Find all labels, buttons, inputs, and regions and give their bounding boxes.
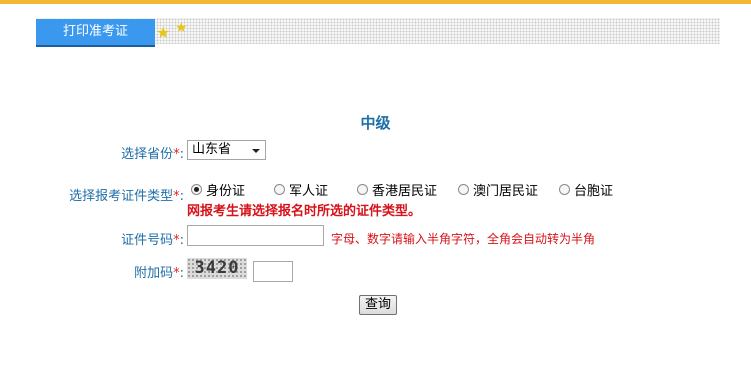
radio-military-card[interactable]: 军人证 (274, 180, 329, 199)
top-border (0, 0, 751, 4)
chevron-down-icon (252, 149, 260, 153)
captcha-input[interactable] (253, 261, 293, 282)
page-title: 中级 (360, 114, 391, 132)
province-select[interactable]: 山东省 (187, 140, 266, 160)
captcha-label: 附加码*: (134, 266, 184, 281)
tab-print-admission-ticket[interactable]: 打印准考证 (36, 19, 155, 47)
radio-checked-icon[interactable] (191, 183, 202, 195)
radio-taiwan-compatriot[interactable]: 台胞证 (559, 180, 614, 199)
radio-icon[interactable] (274, 183, 285, 195)
radio-icon[interactable] (458, 183, 469, 195)
id-type-radio-group: 身份证 军人证 香港居民证 澳门居民证 台胞证 (0, 180, 751, 199)
star-icon: ★ (156, 23, 171, 42)
radio-label: 身份证 (206, 183, 246, 199)
id-type-warning: 网报考生请选择报名时所选的证件类型。 (187, 204, 422, 219)
radio-label: 军人证 (289, 183, 329, 199)
radio-id-card[interactable]: 身份证 (191, 180, 246, 199)
id-number-input[interactable] (187, 225, 324, 246)
radio-label: 台胞证 (574, 183, 614, 199)
id-number-hint: 字母、数字请输入半角字符，全角会自动转为半角 (331, 232, 596, 246)
radio-icon[interactable] (559, 183, 570, 195)
province-label: 选择省份*: (121, 147, 184, 162)
radio-icon[interactable] (357, 183, 368, 195)
star-icon: ★ (175, 20, 188, 36)
radio-macau-resident[interactable]: 澳门居民证 (458, 180, 539, 199)
radio-label: 香港居民证 (372, 183, 438, 199)
radio-label: 澳门居民证 (473, 183, 539, 199)
radio-hongkong-resident[interactable]: 香港居民证 (357, 180, 438, 199)
query-button[interactable]: 查询 (359, 295, 397, 315)
id-number-label: 证件号码*: (121, 233, 184, 248)
captcha-image[interactable]: 3420 (187, 258, 247, 279)
